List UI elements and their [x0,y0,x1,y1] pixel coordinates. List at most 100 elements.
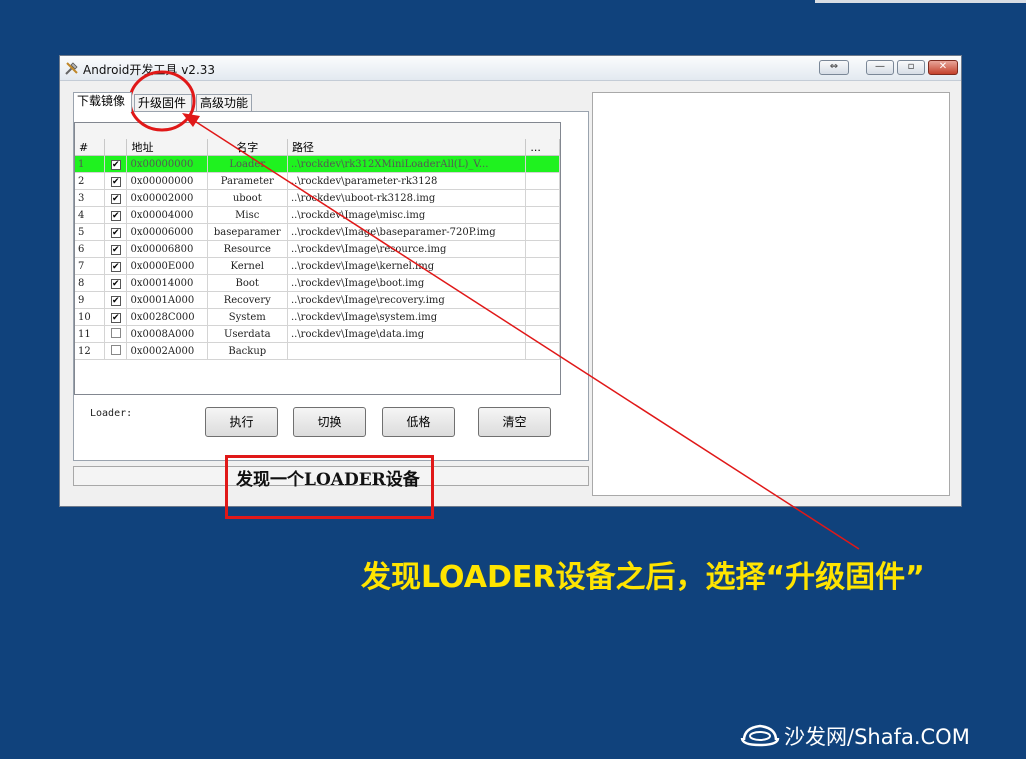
row-address: 0x0002A000 [126,342,208,360]
row-checkbox-cell: ✔ [104,291,128,309]
row-name: Resource [207,240,288,258]
row-address: 0x00004000 [126,206,208,224]
row-more[interactable] [525,325,560,343]
tab-advanced[interactable]: 高级功能 [196,94,252,111]
minimize-button[interactable]: — [866,60,894,75]
row-number: 5 [75,223,105,241]
col-header-address[interactable]: 地址 [126,139,208,156]
table-row[interactable]: 3 ✔ 0x00002000 uboot ..\rockdev\uboot-rk3128… [75,189,560,207]
row-address: 0x00014000 [126,274,208,292]
row-name: Loader [207,155,288,173]
table-row[interactable]: 7 ✔ 0x0000E000 Kernel ..\rockdev\Image\kerne… [75,257,560,275]
row-checkbox-cell: ✔ [104,308,128,326]
row-path[interactable]: ..\rockdev\Image\baseparamer-720P.img [287,223,527,241]
row-number: 2 [75,172,105,190]
row-more[interactable] [525,257,560,275]
row-checkbox-cell: ✔ [104,172,128,190]
row-more[interactable] [525,223,560,241]
row-more[interactable] [525,291,560,309]
instruction-annotation: 发现LOADER设备之后，选择“升级固件” [361,560,925,595]
app-window: Android开发工具 v2.33 ⇔ — ▫ ✕ 下载镜像 升级固件 高级功能… [59,55,962,507]
highlight-box [225,455,434,519]
table-row[interactable]: 10 ✔ 0x0028C000 System ..\rockdev\Image\syst… [75,308,560,326]
checkbox-checked-icon[interactable]: ✔ [110,261,121,272]
table-row[interactable]: 1 ✔ 0x00000000 Loader ..\rockdev\rk312XMiniL… [75,155,560,173]
row-more[interactable] [525,172,560,190]
table-row[interactable]: 9 ✔ 0x0001A000 Recovery ..\rockdev\Image\rec… [75,291,560,309]
table-row[interactable]: 6 ✔ 0x00006800 Resource ..\rockdev\Image\res… [75,240,560,258]
tab-download-image[interactable]: 下载镜像 [73,92,132,112]
row-address: 0x00006800 [126,240,208,258]
checkbox-checked-icon[interactable]: ✔ [110,312,121,323]
row-more[interactable] [525,308,560,326]
checkbox-unchecked-icon[interactable] [110,327,121,338]
checkbox-checked-icon[interactable]: ✔ [110,244,121,255]
row-path[interactable]: ..\rockdev\Image\data.img [287,325,527,343]
col-header-path[interactable]: 路径 [287,139,527,156]
table-row[interactable]: 12 0x0002A000 Backup [75,342,560,360]
tab-upgrade-firmware[interactable]: 升级固件 [134,94,192,111]
col-header-name[interactable]: 名字 [207,139,288,156]
clear-button[interactable]: 清空 [478,407,551,437]
row-address: 0x00000000 [126,155,208,173]
row-path[interactable]: ..\rockdev\Image\recovery.img [287,291,527,309]
watermark-text: 沙发网/Shafa.COM [784,725,970,749]
row-name: Recovery [207,291,288,309]
checkbox-checked-icon[interactable]: ✔ [110,176,121,187]
row-checkbox-cell: ✔ [104,189,128,207]
checkbox-checked-icon[interactable]: ✔ [110,295,121,306]
log-panel [592,92,950,496]
row-more[interactable] [525,189,560,207]
col-header-num[interactable]: # [75,139,105,156]
checkbox-unchecked-icon[interactable] [110,344,121,355]
checkbox-checked-icon[interactable]: ✔ [110,278,121,289]
table-row[interactable]: 2 ✔ 0x00000000 Parameter ..\rockdev\paramete… [75,172,560,190]
switch-button[interactable]: 切换 [293,407,366,437]
switch-window-button[interactable]: ⇔ [819,60,849,75]
table-row[interactable]: 11 0x0008A000 Userdata ..\rockdev\Image\dat… [75,325,560,343]
row-number: 4 [75,206,105,224]
table-row[interactable]: 8 ✔ 0x00014000 Boot ..\rockdev\Image\boot.im… [75,274,560,292]
col-header-check[interactable] [104,139,128,156]
execute-button[interactable]: 执行 [205,407,278,437]
row-more[interactable] [525,240,560,258]
checkbox-checked-icon[interactable]: ✔ [110,159,121,170]
row-path[interactable]: ..\rockdev\Image\kernel.img [287,257,527,275]
table-header-row: # 地址 名字 路径 ... [75,139,560,156]
row-path[interactable]: ..\rockdev\Image\resource.img [287,240,527,258]
row-address: 0x0001A000 [126,291,208,309]
row-more[interactable] [525,342,560,360]
row-number: 1 [75,155,105,173]
row-path[interactable]: ..\rockdev\Image\system.img [287,308,527,326]
table-row[interactable]: 4 ✔ 0x00004000 Misc ..\rockdev\Image\misc.im… [75,206,560,224]
table-row[interactable]: 5 ✔ 0x00006000 baseparamer ..\rockdev\Image\… [75,223,560,241]
row-number: 3 [75,189,105,207]
checkbox-checked-icon[interactable]: ✔ [110,210,121,221]
row-more[interactable] [525,206,560,224]
row-address: 0x00000000 [126,172,208,190]
tools-icon [65,62,78,75]
row-number: 9 [75,291,105,309]
row-name: Misc [207,206,288,224]
close-button[interactable]: ✕ [928,60,958,75]
row-path[interactable]: ..\rockdev\rk312XMiniLoaderAll(L)_V... [287,155,527,173]
row-path[interactable]: ..\rockdev\Image\boot.img [287,274,527,292]
loader-label: Loader: [90,408,133,419]
row-address: 0x00002000 [126,189,208,207]
row-path[interactable]: ..\rockdev\parameter-rk3128 [287,172,527,190]
col-header-more[interactable]: ... [525,139,560,156]
row-more[interactable] [525,274,560,292]
row-number: 7 [75,257,105,275]
row-checkbox-cell: ✔ [104,274,128,292]
checkbox-checked-icon[interactable]: ✔ [110,193,121,204]
row-path[interactable]: ..\rockdev\uboot-rk3128.img [287,189,527,207]
row-path[interactable]: ..\rockdev\Image\misc.img [287,206,527,224]
low-format-button[interactable]: 低格 [382,407,455,437]
row-more[interactable] [525,155,560,173]
sofa-logo-icon [740,724,780,747]
checkbox-checked-icon[interactable]: ✔ [110,227,121,238]
maximize-button[interactable]: ▫ [897,60,925,75]
row-path[interactable] [287,342,527,360]
row-address: 0x00006000 [126,223,208,241]
row-name: Boot [207,274,288,292]
